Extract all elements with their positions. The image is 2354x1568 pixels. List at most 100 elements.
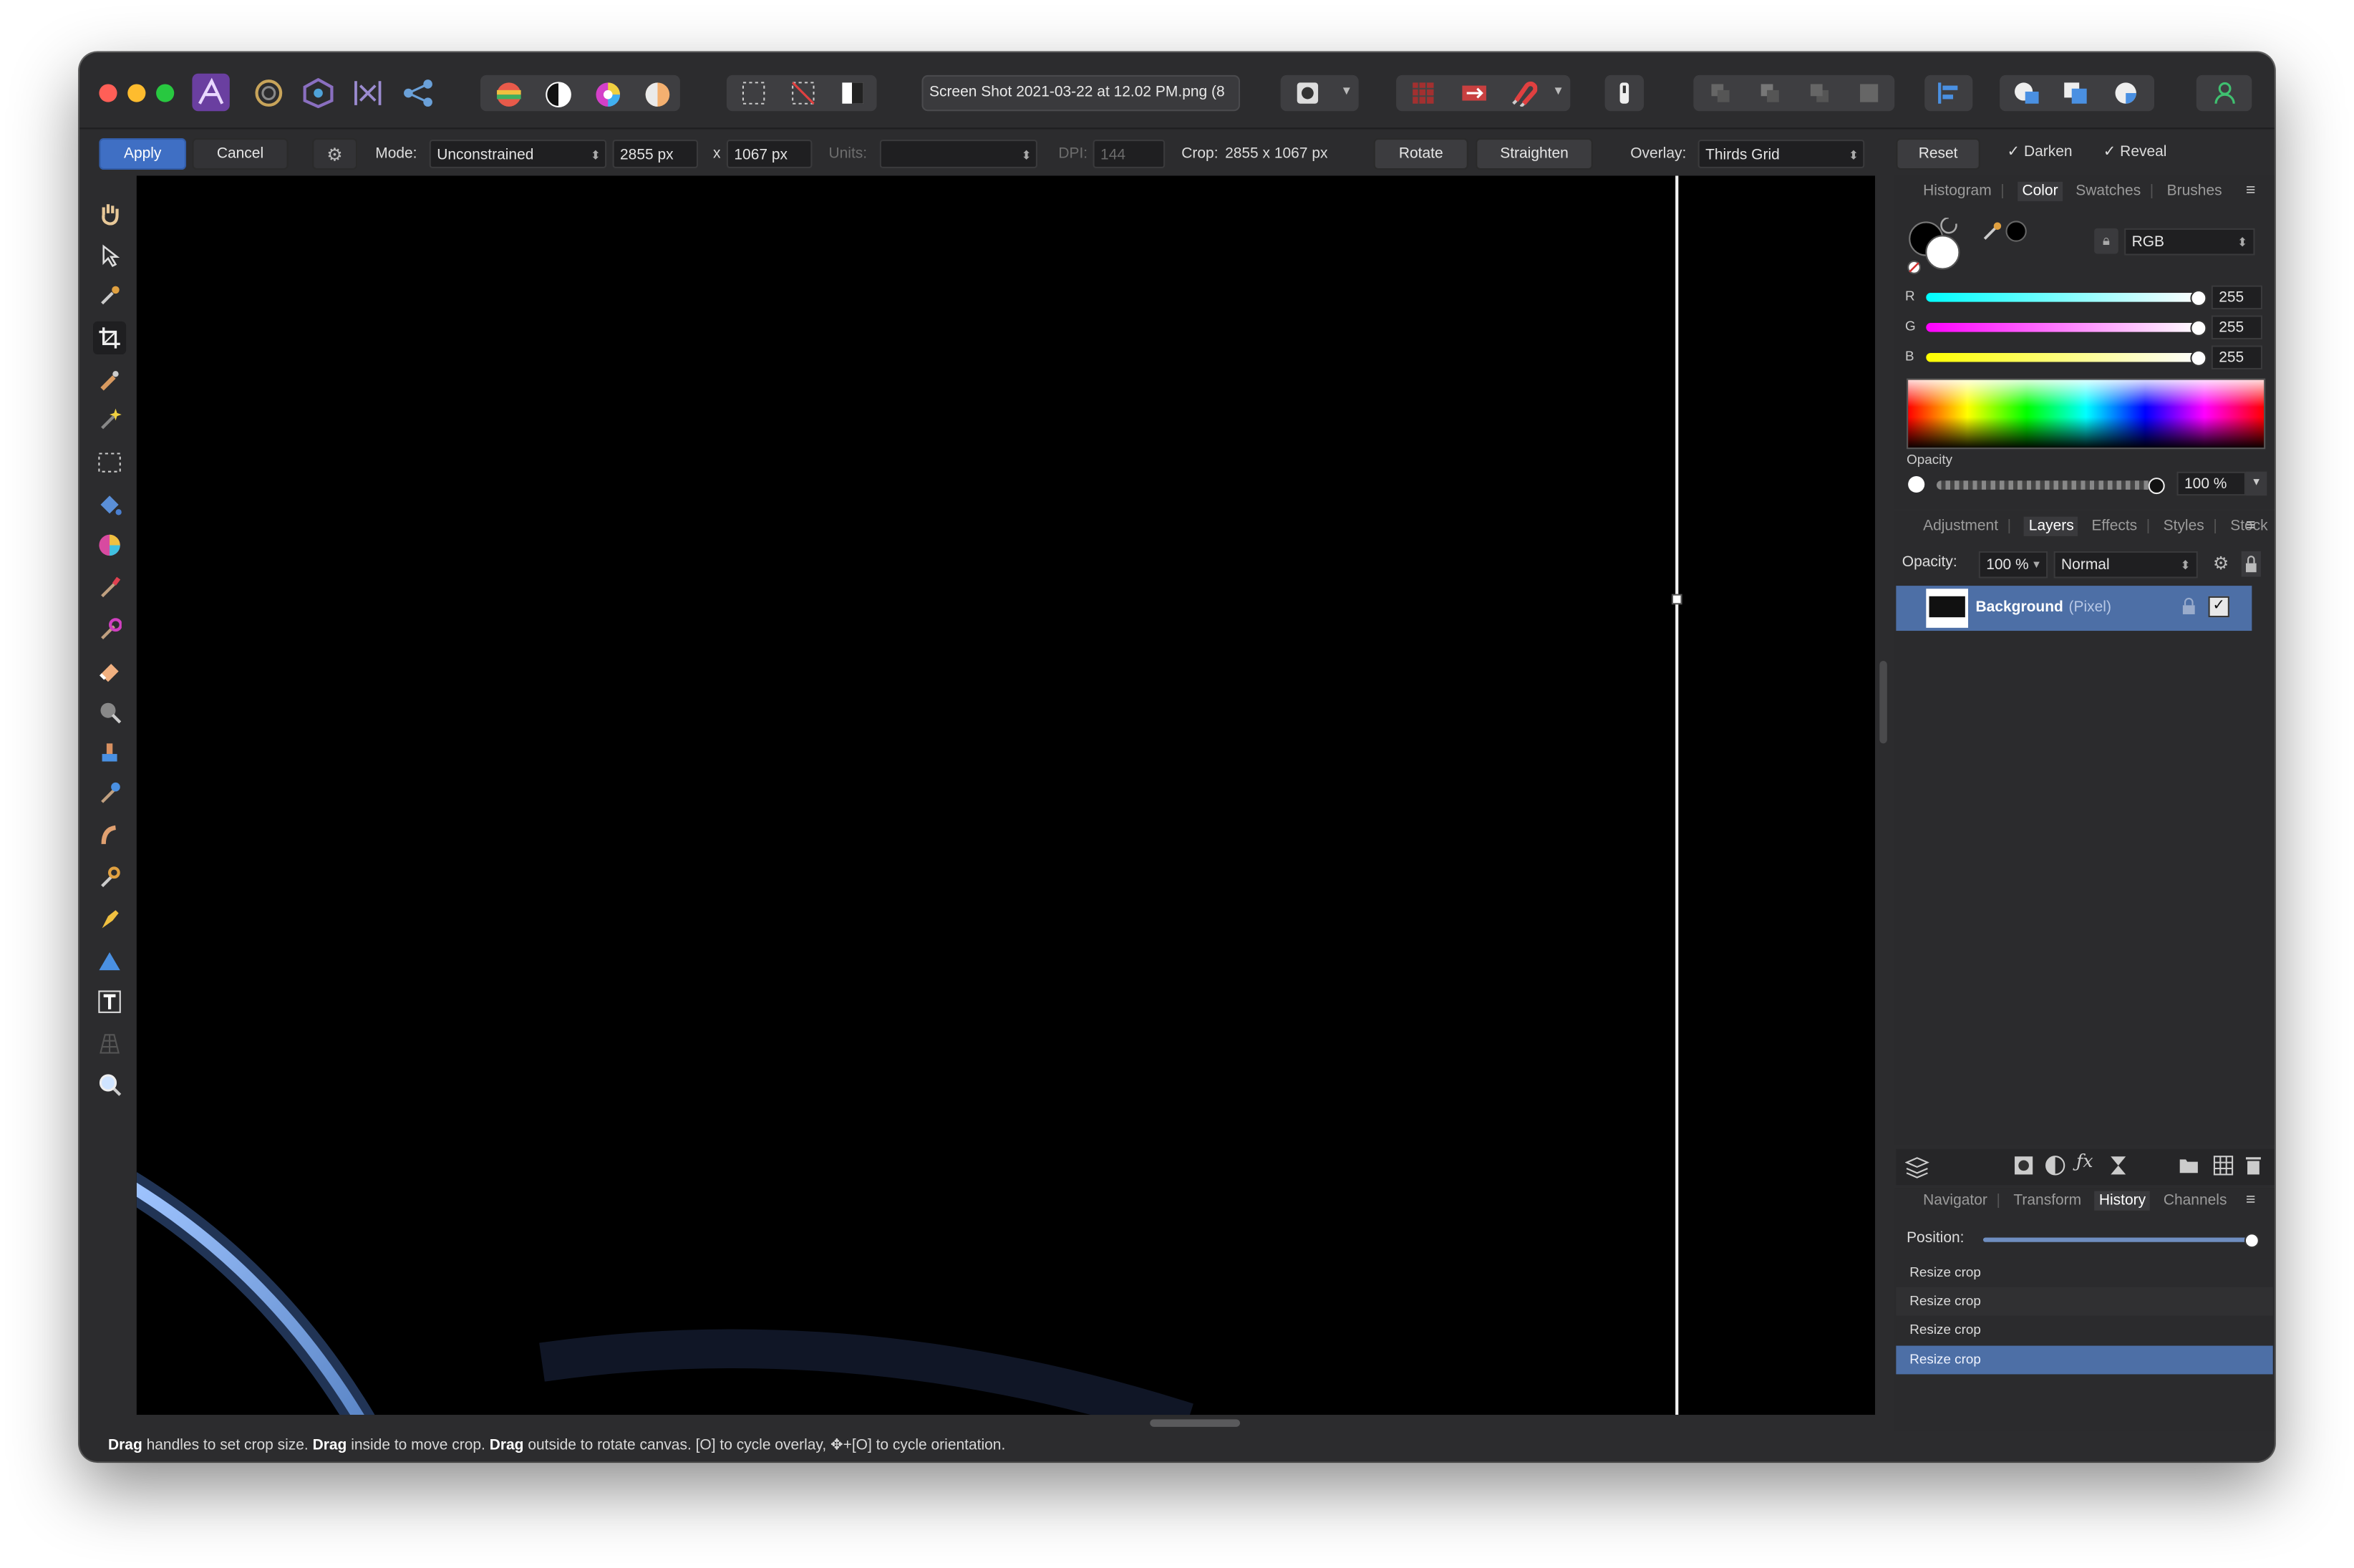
b-value[interactable]: 255 xyxy=(2211,345,2263,370)
tab-color[interactable]: Color xyxy=(2018,181,2063,202)
crop-tool-icon[interactable] xyxy=(93,321,127,355)
blemish-removal-tool-icon[interactable] xyxy=(93,777,126,810)
tab-adjustment[interactable]: Adjustment xyxy=(1923,518,1998,535)
tab-swatches[interactable]: Swatches xyxy=(2076,183,2141,200)
delete-layer-icon[interactable] xyxy=(2244,1155,2262,1176)
lock-icon[interactable]: 🔒︎ xyxy=(2094,228,2118,254)
layer-opacity-field[interactable]: 100 % ▼ xyxy=(1978,551,2048,579)
dodge-tool-icon[interactable] xyxy=(93,695,126,728)
opacity-slider-knob[interactable] xyxy=(2148,478,2165,495)
subtract-shape-icon[interactable] xyxy=(2061,79,2091,107)
zoom-window-button[interactable] xyxy=(156,84,175,102)
add-pixel-layer-icon[interactable] xyxy=(2213,1155,2234,1176)
dpi-field[interactable]: 144 xyxy=(1093,140,1166,168)
invert-selection-icon[interactable] xyxy=(841,81,865,105)
darken-checkbox[interactable]: ✓ Darken xyxy=(2007,144,2073,162)
opacity-slider[interactable] xyxy=(1937,480,2155,490)
close-window-button[interactable] xyxy=(99,84,117,102)
deselect-icon[interactable] xyxy=(791,81,815,105)
layer-visibility-checkbox[interactable]: ✓ xyxy=(2208,596,2229,618)
grid-icon[interactable] xyxy=(1411,81,1435,105)
r-slider-knob[interactable] xyxy=(2190,289,2207,306)
hand-tool-icon[interactable] xyxy=(93,197,126,230)
selection-brush-tool-icon[interactable] xyxy=(93,364,126,397)
mask-layer-icon[interactable] xyxy=(2013,1155,2034,1176)
snapping-magnet-icon[interactable] xyxy=(1510,79,1538,107)
history-position-slider[interactable] xyxy=(1983,1237,2254,1242)
tab-histogram[interactable]: Histogram xyxy=(1923,183,1992,200)
fx-icon[interactable]: ƒx xyxy=(2076,1151,2093,1171)
crop-settings-button[interactable]: ⚙ xyxy=(312,137,358,170)
chevron-down-icon[interactable]: ▼ xyxy=(2245,471,2267,496)
mesh-warp-tool-icon[interactable] xyxy=(93,1027,126,1060)
history-item-selected[interactable]: Resize crop xyxy=(1896,1345,2273,1375)
gear-icon[interactable]: ⚙ xyxy=(2213,553,2229,574)
vertical-scrollbar[interactable] xyxy=(1879,660,1887,744)
g-slider[interactable] xyxy=(1926,323,2199,332)
cancel-button[interactable]: Cancel xyxy=(192,137,289,170)
quick-mask-icon[interactable] xyxy=(1296,81,1320,105)
reset-button[interactable]: Reset xyxy=(1896,137,1980,170)
erase-tool-icon[interactable] xyxy=(93,653,126,686)
pen-tool-icon[interactable] xyxy=(93,903,126,936)
history-item[interactable]: Resize crop xyxy=(1896,1287,2273,1316)
tab-history[interactable]: History xyxy=(2094,1191,2151,1211)
color-picker-tool-icon[interactable] xyxy=(93,279,126,312)
hsl-icon[interactable] xyxy=(594,81,621,108)
layers-stack-icon[interactable] xyxy=(1904,1155,1929,1179)
export-persona-icon[interactable] xyxy=(402,78,435,108)
mode-select[interactable]: Unconstrained ⬍ xyxy=(429,140,607,168)
fill-stroke-swatch[interactable] xyxy=(1907,218,1990,278)
history-item[interactable]: Resize crop xyxy=(1896,1315,2273,1345)
clone-tool-icon[interactable] xyxy=(93,736,126,769)
move-forward-one-icon[interactable] xyxy=(1808,81,1832,105)
tab-channels[interactable]: Channels xyxy=(2164,1193,2227,1209)
brightness-contrast-icon[interactable] xyxy=(545,81,572,108)
reveal-checkbox[interactable]: ✓ Reveal xyxy=(2103,144,2167,162)
r-slider[interactable] xyxy=(1926,293,2199,302)
photo-persona-icon[interactable] xyxy=(192,73,230,112)
crop-height-field[interactable]: 1067 px xyxy=(726,140,813,168)
assistant-icon[interactable] xyxy=(1461,82,1488,103)
r-value[interactable]: 255 xyxy=(2211,285,2263,310)
tone-mapping-persona-icon[interactable] xyxy=(352,78,384,108)
intersect-shape-icon[interactable] xyxy=(2112,79,2142,107)
color-model-select[interactable]: RGB ⬍ xyxy=(2124,228,2255,256)
color-spectrum[interactable] xyxy=(1907,378,2266,450)
white-balance-icon[interactable] xyxy=(644,81,672,108)
adjustment-layer-icon[interactable] xyxy=(2045,1155,2065,1176)
chevron-down-icon[interactable]: ▼ xyxy=(1341,84,1353,97)
crop-handle[interactable] xyxy=(1671,594,1682,605)
apply-button[interactable]: Apply xyxy=(99,137,187,170)
paint-brush-tool-icon[interactable] xyxy=(93,571,126,604)
text-tool-icon[interactable] xyxy=(93,985,126,1018)
add-shape-icon[interactable] xyxy=(2012,79,2042,107)
g-slider-knob[interactable] xyxy=(2190,319,2207,337)
flood-fill-tool-icon[interactable] xyxy=(93,488,126,521)
crop-width-field[interactable]: 2855 px xyxy=(612,140,699,168)
document-tab[interactable]: Screen Shot 2021-03-22 at 12.02 PM.png (… xyxy=(921,74,1241,112)
panel-menu-icon[interactable]: ≡ xyxy=(2246,182,2255,200)
tab-styles[interactable]: Styles xyxy=(2164,518,2204,535)
layer-lock-icon[interactable] xyxy=(2181,596,2196,617)
live-filter-icon[interactable] xyxy=(2108,1155,2128,1176)
lock-icon[interactable] xyxy=(2241,551,2261,577)
shape-tool-icon[interactable] xyxy=(93,944,126,977)
paint-mixer-tool-icon[interactable] xyxy=(93,861,126,894)
opacity-value[interactable]: 100 % xyxy=(2176,471,2246,496)
move-tool-icon[interactable] xyxy=(93,239,126,272)
develop-persona-icon[interactable] xyxy=(301,78,334,109)
smudge-tool-icon[interactable] xyxy=(93,818,126,851)
history-item[interactable]: Resize crop xyxy=(1896,1258,2273,1287)
units-select[interactable]: ⬍ xyxy=(879,140,1037,168)
straighten-button[interactable]: Straighten xyxy=(1476,137,1593,170)
b-slider[interactable] xyxy=(1926,352,2199,362)
liquify-persona-icon[interactable] xyxy=(252,78,285,108)
g-value[interactable]: 255 xyxy=(2211,315,2263,340)
tab-effects[interactable]: Effects xyxy=(2091,518,2137,535)
gradient-tool-icon[interactable] xyxy=(93,528,126,561)
chevron-down-icon[interactable]: ▼ xyxy=(1552,84,1564,97)
move-to-back-icon[interactable] xyxy=(1708,81,1733,105)
add-group-icon[interactable] xyxy=(2179,1156,2199,1174)
select-all-icon[interactable] xyxy=(742,81,766,105)
